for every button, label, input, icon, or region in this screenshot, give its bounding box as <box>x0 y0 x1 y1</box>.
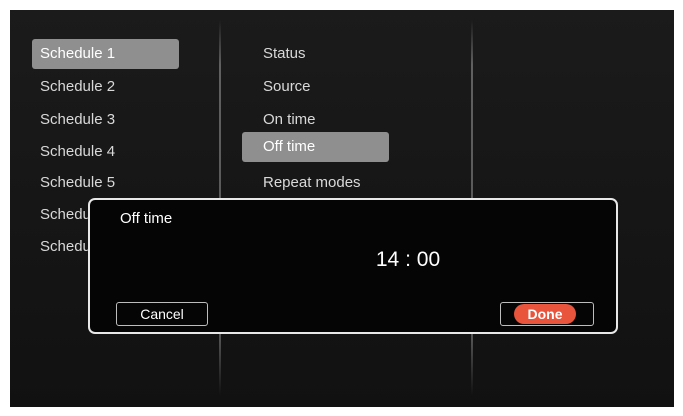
time-separator: : <box>405 248 411 271</box>
setting-item-label: On time <box>263 111 316 128</box>
cancel-button[interactable]: Cancel <box>116 302 208 326</box>
top-tick-mark <box>470 10 471 19</box>
minute-value[interactable]: 00 <box>417 248 440 271</box>
hour-value[interactable]: 14 <box>376 248 399 271</box>
schedule-item-3[interactable]: Schedule 3 <box>32 105 179 135</box>
setting-item-label: Off time <box>263 138 316 155</box>
dialog-title: Off time <box>120 210 173 227</box>
schedule-item-4[interactable]: Schedule 4 <box>32 137 179 167</box>
schedule-item-label: Schedule 5 <box>40 174 116 191</box>
schedule-item-label: Schedule 1 <box>40 45 116 62</box>
setting-item-off-time[interactable]: Off time <box>242 132 389 162</box>
setting-item-status[interactable]: Status <box>256 39 388 69</box>
schedule-item-label: Schedule 4 <box>40 143 116 160</box>
time-value[interactable]: 14 : 00 <box>90 248 616 272</box>
schedule-item-1[interactable]: Schedule 1 <box>32 39 179 69</box>
schedule-item-label: Schedule 3 <box>40 111 116 128</box>
schedule-item-5[interactable]: Schedule 5 <box>32 168 179 198</box>
schedule-item-label: Schedule 2 <box>40 78 116 95</box>
done-button-label: Done <box>527 306 563 322</box>
cancel-button-label: Cancel <box>140 306 184 322</box>
tv-menu-screen: Schedule 1 Schedule 2 Schedule 3 Schedul… <box>10 10 674 407</box>
setting-item-source[interactable]: Source <box>256 72 388 102</box>
off-time-dialog: Off time 14 : 00 Cancel Done <box>88 198 618 334</box>
done-button[interactable]: Done <box>500 302 594 326</box>
schedule-item-2[interactable]: Schedule 2 <box>32 72 179 102</box>
setting-item-label: Status <box>263 45 306 62</box>
setting-item-label: Source <box>263 78 311 95</box>
setting-item-on-time[interactable]: On time <box>256 105 388 135</box>
setting-item-label: Repeat modes <box>263 174 361 191</box>
setting-item-repeat-modes[interactable]: Repeat modes <box>256 168 406 198</box>
top-tick-mark <box>217 10 218 19</box>
